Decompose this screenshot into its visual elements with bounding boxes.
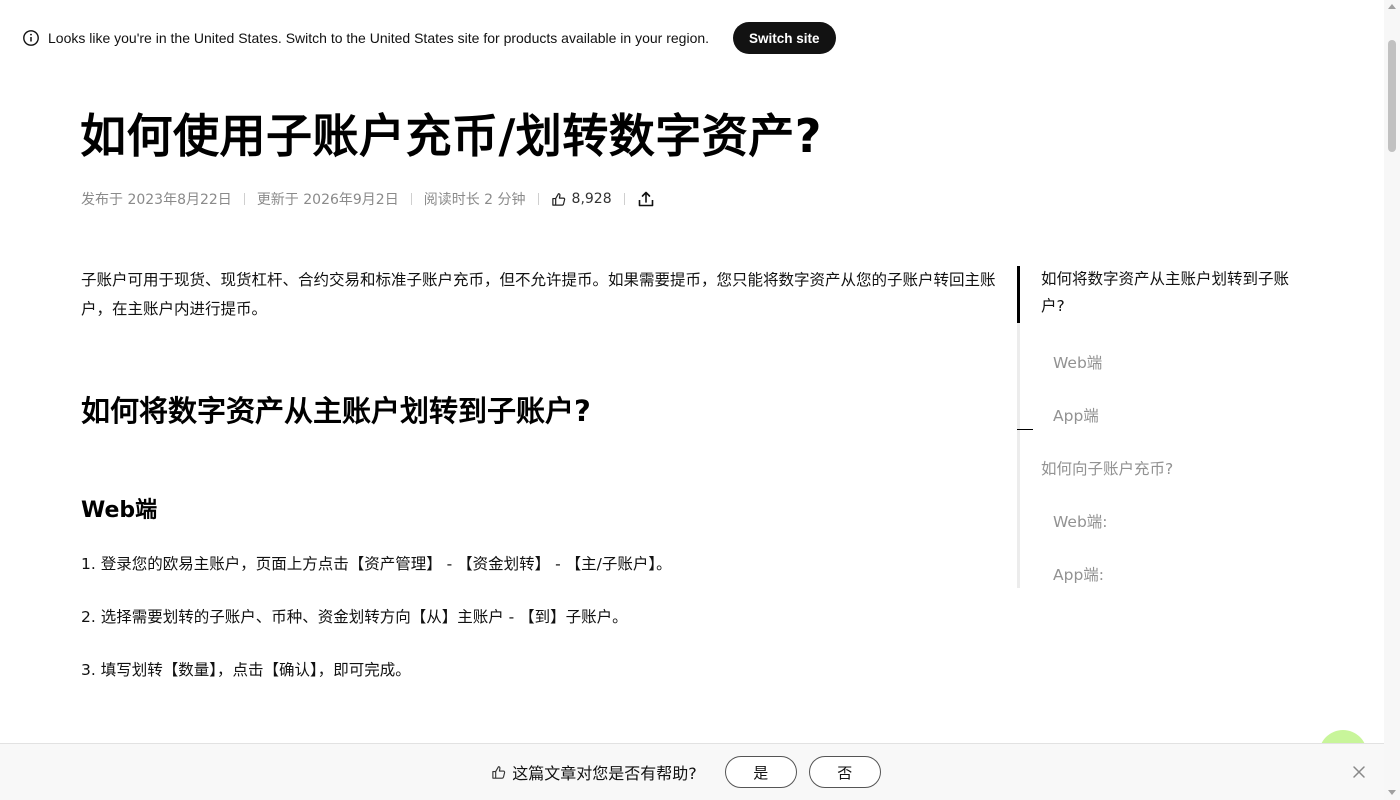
step-item: 2. 选择需要划转的子账户、币种、资金划转方向【从】主账户 - 【到】子账户。: [81, 608, 628, 626]
like-button[interactable]: 8,928: [551, 191, 612, 207]
toc-active-indicator: [1017, 266, 1020, 323]
step-item: 1. 登录您的欧易主账户，页面上方点击【资产管理】 - 【资金划转】 - 【主/…: [81, 555, 672, 573]
thumbs-up-icon: [492, 765, 506, 779]
article-meta: 发布于 2023年8月22日 更新于 2026年9月2日 阅读时长 2 分钟 8…: [81, 186, 655, 212]
info-icon: [22, 29, 40, 47]
published-date: 发布于 2023年8月22日: [81, 192, 232, 208]
toc-item-app-deposit[interactable]: App端:: [1053, 563, 1104, 585]
region-banner: Looks like you're in the United States. …: [0, 0, 1384, 76]
feedback-bar: 这篇文章对您是否有帮助? 是 否: [0, 743, 1384, 800]
meta-divider: [243, 193, 245, 205]
thumbs-up-icon: [551, 192, 565, 206]
share-button[interactable]: [637, 190, 655, 208]
scroll-down-arrow-icon[interactable]: [1388, 790, 1396, 795]
meta-divider: [410, 193, 412, 205]
updated-date: 更新于 2026年9月2日: [256, 192, 399, 208]
toc-item-web[interactable]: Web端: [1053, 351, 1102, 373]
feedback-question: 这篇文章对您是否有帮助?: [491, 760, 697, 784]
switch-site-button[interactable]: Switch site: [733, 22, 836, 54]
region-banner-message: Looks like you're in the United States. …: [48, 30, 710, 46]
meta-divider: [537, 193, 539, 205]
share-icon: [638, 191, 653, 207]
feedback-no-button[interactable]: 否: [808, 756, 881, 788]
web-subheading: Web端: [81, 498, 158, 523]
scroll-up-arrow-icon[interactable]: [1388, 4, 1396, 9]
toc-item-transfer-to-subaccount[interactable]: 如何将数字资产从主账户划转到子账户?: [1041, 266, 1311, 320]
article-title: 如何使用子账户充币/划转数字资产?: [80, 109, 822, 163]
article-intro: 子账户可用于现货、现货杠杆、合约交易和标准子账户充币，但不允许提币。如果需要提币…: [81, 271, 996, 318]
feedback-question-text: 这篇文章对您是否有帮助?: [512, 764, 697, 783]
feedback-yes-button[interactable]: 是: [724, 756, 797, 788]
step-item: 3. 填写划转【数量】，点击【确认】，即可完成。: [81, 661, 411, 679]
toc-section-marker: [1017, 429, 1033, 430]
toc-item-app[interactable]: App端: [1053, 404, 1099, 426]
toc-item-web-deposit[interactable]: Web端:: [1053, 510, 1108, 532]
page-scrollbar[interactable]: [1384, 0, 1400, 800]
meta-divider: [623, 193, 625, 205]
close-icon[interactable]: [1352, 764, 1366, 783]
like-count: 8,928: [571, 191, 612, 207]
scrollbar-thumb[interactable]: [1388, 40, 1396, 152]
read-time: 阅读时长 2 分钟: [423, 192, 526, 208]
toc-item-deposit-to-subaccount[interactable]: 如何向子账户充币?: [1041, 457, 1173, 479]
table-of-contents: 如何将数字资产从主账户划转到子账户? Web端 App端 如何向子账户充币? W…: [1017, 266, 1307, 588]
section-heading: 如何将数字资产从主账户划转到子账户?: [81, 394, 591, 428]
